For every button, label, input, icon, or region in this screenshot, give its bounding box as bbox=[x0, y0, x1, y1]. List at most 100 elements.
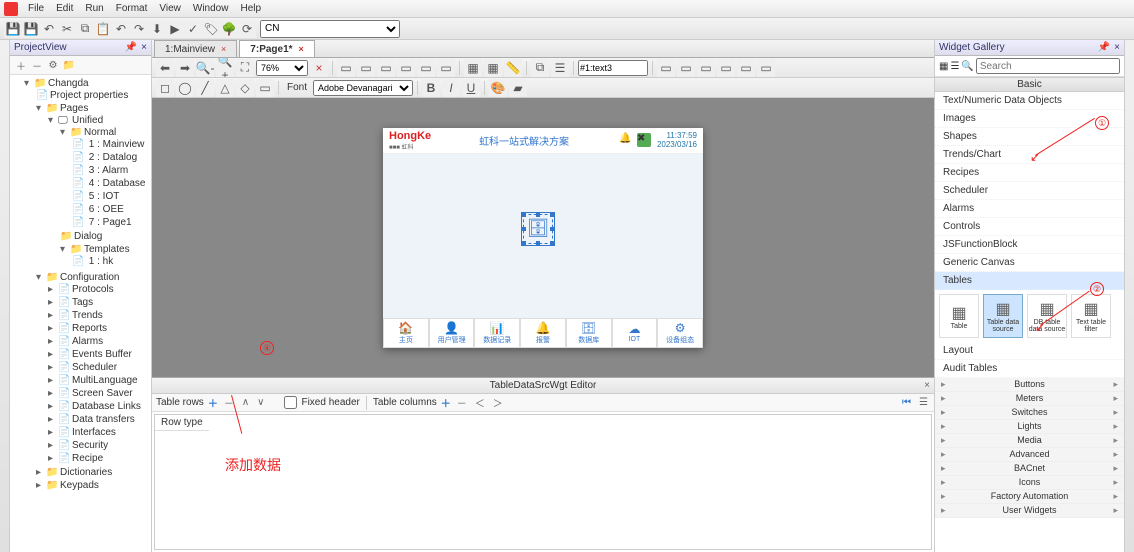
footer-btn[interactable]: 🔔报警 bbox=[520, 318, 566, 348]
tb-run-icon[interactable]: ▶ bbox=[166, 20, 184, 38]
et-align-left-icon[interactable]: ▭ bbox=[337, 59, 355, 77]
left-dock-strip[interactable] bbox=[0, 40, 10, 552]
footer-btn[interactable]: ☁IOT bbox=[612, 318, 658, 348]
menu-run[interactable]: Run bbox=[85, 3, 103, 14]
widget-category-item[interactable]: JSFunctionBlock bbox=[935, 236, 1124, 254]
tree-page-item[interactable]: 📄 7 : Page1 bbox=[72, 216, 149, 229]
et-align-right-icon[interactable]: ▭ bbox=[377, 59, 395, 77]
et2-shape-3-icon[interactable]: ╱ bbox=[196, 79, 214, 97]
et2-shape-6-icon[interactable]: ▭ bbox=[256, 79, 274, 97]
tree-normal[interactable]: Normal bbox=[84, 127, 116, 138]
widget-group[interactable]: ▸Switches▸ bbox=[935, 406, 1124, 420]
et-grid-icon[interactable]: ▦ bbox=[464, 59, 482, 77]
bottom-editor-close-icon[interactable]: × bbox=[924, 380, 930, 391]
page-body[interactable]: 🗄 bbox=[383, 154, 703, 318]
widget-search-input[interactable] bbox=[976, 58, 1120, 74]
et-more-3-icon[interactable]: ▭ bbox=[697, 59, 715, 77]
et-zoom-fit-icon[interactable]: ⛶ bbox=[236, 59, 254, 77]
tab-close-icon[interactable]: × bbox=[299, 44, 304, 54]
widget-group[interactable]: ▸Meters▸ bbox=[935, 392, 1124, 406]
remove-col-icon[interactable]: － bbox=[455, 395, 469, 410]
tree-project-properties[interactable]: Project properties bbox=[50, 90, 128, 101]
tree-config-item[interactable]: ▸📄Trends bbox=[48, 309, 149, 322]
et2-bold-icon[interactable]: B bbox=[422, 79, 440, 97]
menu-file[interactable]: File bbox=[28, 3, 44, 14]
et-zoom-in-icon[interactable]: 🔍+ bbox=[216, 59, 234, 77]
panel-close-icon[interactable]: × bbox=[141, 42, 147, 53]
bottom-editor-body[interactable]: Row type bbox=[154, 414, 932, 550]
tree-config-item[interactable]: ▸📄Database Links bbox=[48, 400, 149, 413]
widget-category-item[interactable]: Controls bbox=[935, 218, 1124, 236]
widget-group[interactable]: ▸User Widgets▸ bbox=[935, 504, 1124, 518]
col-next-icon[interactable]: ＞ bbox=[491, 395, 505, 410]
tree-keypads[interactable]: Keypads bbox=[60, 480, 99, 491]
col-prev-icon[interactable]: ＜ bbox=[473, 395, 487, 410]
panel-pin-icon[interactable]: 📌 bbox=[125, 42, 137, 53]
et2-shape-2-icon[interactable]: ◯ bbox=[176, 79, 194, 97]
tree-dictionaries[interactable]: Dictionaries bbox=[60, 467, 112, 478]
tb-redo-icon[interactable]: ↷ bbox=[130, 20, 148, 38]
et-nav-prev-icon[interactable]: ⬅ bbox=[156, 59, 174, 77]
widget-group[interactable]: ▸Media▸ bbox=[935, 434, 1124, 448]
et-align-top-icon[interactable]: ▭ bbox=[397, 59, 415, 77]
design-canvas[interactable]: HongKe ■■■ 虹科 虹科一站式解决方案 🔔 ✖ 11:37:59 202… bbox=[152, 98, 934, 377]
widget-category-item[interactable]: Audit Tables bbox=[935, 360, 1124, 378]
widget-category-item[interactable]: Shapes bbox=[935, 128, 1124, 146]
project-view-header[interactable]: ProjectView 📌 × bbox=[10, 40, 151, 56]
tb-cut-icon[interactable]: ✂ bbox=[58, 20, 76, 38]
alarm-bell-icon[interactable]: 🔔 bbox=[619, 133, 633, 147]
et-group-icon[interactable]: ⧉ bbox=[531, 59, 549, 77]
menu-help[interactable]: Help bbox=[240, 3, 261, 14]
et2-underline-icon[interactable]: U bbox=[462, 79, 480, 97]
footer-btn[interactable]: ⚙设备组态 bbox=[657, 318, 703, 348]
tree-folder-icon[interactable]: 📁 bbox=[62, 58, 76, 72]
et2-shape-5-icon[interactable]: ◇ bbox=[236, 79, 254, 97]
editor-tab[interactable]: 7:Page1*× bbox=[239, 40, 315, 57]
tree-page-item[interactable]: 📄 4 : Database bbox=[72, 177, 149, 190]
tb-paste-icon[interactable]: 📋 bbox=[94, 20, 112, 38]
tree-templates[interactable]: Templates bbox=[84, 244, 130, 255]
tree-config-item[interactable]: ▸📄Screen Saver bbox=[48, 387, 149, 400]
et-align-bot-icon[interactable]: ▭ bbox=[437, 59, 455, 77]
tree-config-item[interactable]: ▸📄Scheduler bbox=[48, 361, 149, 374]
bottom-editor-title-bar[interactable]: TableDataSrcWgt Editor × bbox=[152, 378, 934, 394]
et2-shape-4-icon[interactable]: △ bbox=[216, 79, 234, 97]
et-more-5-icon[interactable]: ▭ bbox=[737, 59, 755, 77]
et-align-center-icon[interactable]: ▭ bbox=[357, 59, 375, 77]
menu-format[interactable]: Format bbox=[116, 3, 148, 14]
widget-group[interactable]: ▸Advanced▸ bbox=[935, 448, 1124, 462]
tb-copy-icon[interactable]: ⧉ bbox=[76, 20, 94, 38]
et2-color-icon[interactable]: 🎨 bbox=[489, 79, 507, 97]
widget-card[interactable]: ▦Table data source bbox=[983, 294, 1023, 338]
et-align-mid-icon[interactable]: ▭ bbox=[417, 59, 435, 77]
tb-saveall-icon[interactable]: 💾 bbox=[22, 20, 40, 38]
tree-config-item[interactable]: ▸📄MultiLanguage bbox=[48, 374, 149, 387]
widget-card[interactable]: ▦Text table filter bbox=[1071, 294, 1111, 338]
footer-btn[interactable]: 📊数据记录 bbox=[474, 318, 520, 348]
widget-group[interactable]: ▸Lights▸ bbox=[935, 420, 1124, 434]
fixed-header-checkbox[interactable] bbox=[284, 396, 297, 409]
widget-list[interactable]: Basic Text/Numeric Data ObjectsImagesSha… bbox=[935, 77, 1124, 552]
wg-view-list-icon[interactable]: ☰ bbox=[950, 61, 959, 72]
font-select[interactable]: Adobe Devanagari bbox=[313, 80, 413, 96]
tree-page-item[interactable]: 📄 6 : OEE bbox=[72, 203, 149, 216]
tree-config-item[interactable]: ▸📄Reports bbox=[48, 322, 149, 335]
menu-window[interactable]: Window bbox=[193, 3, 229, 14]
et-more-4-icon[interactable]: ▭ bbox=[717, 59, 735, 77]
et-nav-next-icon[interactable]: ➡ bbox=[176, 59, 194, 77]
tb-undo2-icon[interactable]: ↶ bbox=[112, 20, 130, 38]
tb-tags-icon[interactable]: 🏷 bbox=[202, 20, 220, 38]
tree-config-item[interactable]: ▸📄Security bbox=[48, 439, 149, 452]
tree-config-item[interactable]: ▸📄Data transfers bbox=[48, 413, 149, 426]
widget-category-item[interactable]: Scheduler bbox=[935, 182, 1124, 200]
et2-fill-icon[interactable]: ▰ bbox=[509, 79, 527, 97]
widget-category-item[interactable]: Images bbox=[935, 110, 1124, 128]
et-more-2-icon[interactable]: ▭ bbox=[677, 59, 695, 77]
tb-undo-icon[interactable]: ↶ bbox=[40, 20, 58, 38]
footer-btn[interactable]: 🏠主页 bbox=[383, 318, 429, 348]
tree-pages[interactable]: Pages bbox=[60, 103, 88, 114]
tools-icon[interactable]: ✖ bbox=[637, 133, 651, 147]
tb-download-icon[interactable]: ⬇ bbox=[148, 20, 166, 38]
widget-category-item[interactable]: Layout bbox=[935, 342, 1124, 360]
tree-add-icon[interactable]: ＋ bbox=[14, 58, 28, 72]
